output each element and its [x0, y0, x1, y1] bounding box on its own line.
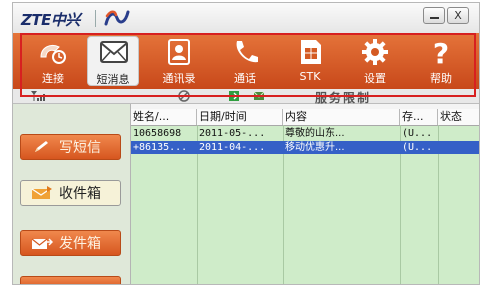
phone-icon	[236, 41, 258, 63]
sim-card-icon	[301, 40, 321, 64]
minimize-button[interactable]	[423, 7, 445, 24]
message-storage: (U...	[402, 142, 433, 153]
help-icon: ?	[433, 37, 449, 67]
main-toolbar: 连接 短消息 通讯录 通话 STK 设置 ? 帮助	[13, 33, 479, 89]
message-row[interactable]: +86135... 2011-04-... 移动优惠升... (U...	[131, 141, 479, 154]
zte-swirl-logo-icon	[104, 10, 130, 26]
close-icon: X	[454, 9, 462, 22]
connect-icon	[40, 44, 66, 64]
column-header-state[interactable]: 状态	[438, 109, 479, 125]
tab-settings[interactable]: 设置	[349, 36, 401, 86]
tab-help[interactable]: ? 帮助	[415, 36, 467, 86]
outbox-button[interactable]: 发件箱	[20, 230, 121, 256]
close-button[interactable]: X	[447, 7, 469, 24]
write-sms-label: 写短信	[59, 140, 101, 156]
message-content: 尊敬的山东...	[285, 128, 345, 139]
message-date: 2011-05-...	[199, 128, 266, 139]
tab-settings-label: 设置	[364, 72, 386, 85]
message-row[interactable]: 10658698 2011-05-... 尊敬的山东... (U...	[131, 127, 479, 140]
no-roaming-icon	[178, 90, 190, 102]
inbox-button[interactable]: 收件箱	[20, 180, 121, 206]
message-list: 姓名/... 日期/时间 内容 存... 状态 10658698 2011-05…	[131, 109, 479, 284]
tab-call-label: 通话	[234, 72, 256, 85]
brand-logo: ZTE中兴	[21, 11, 80, 29]
tab-connect[interactable]: 连接	[27, 36, 79, 86]
svg-text:?: ?	[433, 37, 449, 67]
tab-stk-label: STK	[299, 70, 321, 83]
message-content: 移动优惠升...	[285, 142, 345, 153]
data-transfer-icon	[229, 91, 239, 101]
inbox-icon	[31, 186, 52, 199]
outbox-icon	[31, 238, 53, 249]
brand-divider	[95, 10, 96, 27]
gear-icon	[362, 39, 388, 65]
title-bar[interactable]: ZTE中兴 X	[13, 3, 479, 33]
tab-connect-label: 连接	[42, 72, 64, 85]
column-header-content[interactable]: 内容	[283, 109, 400, 125]
message-date: 2011-04-...	[199, 142, 266, 153]
minimize-icon	[429, 17, 439, 19]
sms-sidebar: 写短信 收件箱 发件箱	[13, 104, 131, 284]
tab-contacts-label: 通讯录	[162, 72, 196, 85]
message-sender: 10658698	[133, 128, 182, 139]
inbox-label: 收件箱	[59, 186, 101, 202]
more-button[interactable]	[20, 276, 121, 284]
message-list-header: 姓名/... 日期/时间 内容 存... 状态	[131, 109, 479, 126]
tab-contacts[interactable]: 通讯录	[153, 36, 205, 86]
message-state	[438, 127, 479, 140]
tab-help-label: 帮助	[430, 72, 452, 85]
contacts-icon	[168, 39, 190, 65]
outbox-label: 发件箱	[59, 236, 101, 252]
service-status-text: 服务限制	[315, 91, 372, 105]
new-message-icon	[253, 91, 265, 100]
message-sender: +86135...	[133, 142, 188, 153]
pencil-icon	[35, 141, 48, 152]
tab-stk[interactable]: STK	[284, 36, 336, 86]
column-header-date[interactable]: 日期/时间	[197, 109, 283, 125]
app-window: ZTE中兴 X 连接 短消息 通讯录 通话 STK 设置 ? 帮助 服务限制 写…	[12, 2, 480, 285]
signal-strength-icon	[31, 91, 45, 101]
column-header-name[interactable]: 姓名/...	[131, 109, 197, 125]
tab-sms-label: 短消息	[96, 73, 130, 86]
message-storage: (U...	[402, 128, 433, 139]
write-sms-button[interactable]: 写短信	[20, 134, 121, 160]
envelope-icon	[100, 41, 128, 63]
column-header-storage[interactable]: 存...	[400, 109, 438, 125]
status-bar: 服务限制	[13, 89, 479, 105]
message-state	[438, 141, 479, 154]
tab-sms[interactable]: 短消息	[87, 36, 139, 86]
tab-call[interactable]: 通话	[219, 36, 271, 86]
